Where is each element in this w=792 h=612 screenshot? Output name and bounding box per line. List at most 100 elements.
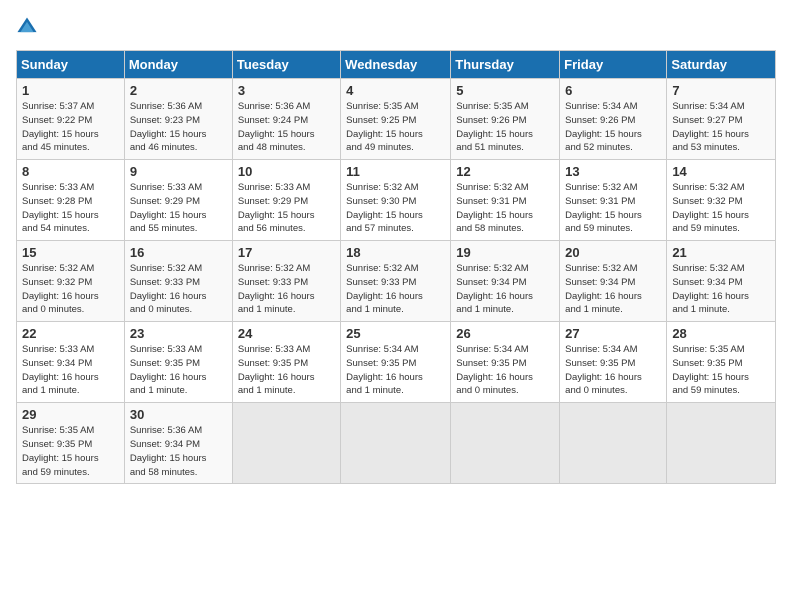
header-day-wednesday: Wednesday [341,51,451,79]
day-number: 2 [130,83,227,98]
calendar-cell: 14 Sunrise: 5:32 AM Sunset: 9:32 PM Dayli… [667,160,776,241]
day-number: 30 [130,407,227,422]
day-number: 8 [22,164,119,179]
calendar-cell: 27 Sunrise: 5:34 AM Sunset: 9:35 PM Dayli… [560,322,667,403]
day-detail: Sunrise: 5:33 AM Sunset: 9:28 PM Dayligh… [22,181,119,236]
day-number: 21 [672,245,770,260]
day-detail: Sunrise: 5:36 AM Sunset: 9:24 PM Dayligh… [238,100,335,155]
header-day-saturday: Saturday [667,51,776,79]
calendar-cell: 2 Sunrise: 5:36 AM Sunset: 9:23 PM Daylig… [124,79,232,160]
day-number: 14 [672,164,770,179]
calendar-cell: 6Sunrise: 5:34 AM Sunset: 9:26 PM Daylig… [560,79,667,160]
calendar-cell: 1 Sunrise: 5:37 AM Sunset: 9:22 PM Daylig… [17,79,125,160]
day-number: 23 [130,326,227,341]
calendar-cell [451,403,560,484]
calendar-cell: 18 Sunrise: 5:32 AM Sunset: 9:33 PM Dayli… [341,241,451,322]
day-number: 26 [456,326,554,341]
day-detail: Sunrise: 5:33 AM Sunset: 9:29 PM Dayligh… [130,181,227,236]
day-detail: Sunrise: 5:32 AM Sunset: 9:34 PM Dayligh… [456,262,554,317]
header-day-tuesday: Tuesday [232,51,340,79]
day-number: 20 [565,245,661,260]
calendar-cell: 13Sunrise: 5:32 AM Sunset: 9:31 PM Dayli… [560,160,667,241]
calendar-cell: 26 Sunrise: 5:34 AM Sunset: 9:35 PM Dayli… [451,322,560,403]
day-number: 29 [22,407,119,422]
calendar-cell: 25 Sunrise: 5:34 AM Sunset: 9:35 PM Dayli… [341,322,451,403]
header-day-sunday: Sunday [17,51,125,79]
header-day-monday: Monday [124,51,232,79]
calendar-week-2: 8 Sunrise: 5:33 AM Sunset: 9:28 PM Daylig… [17,160,776,241]
calendar-cell: 8 Sunrise: 5:33 AM Sunset: 9:28 PM Daylig… [17,160,125,241]
day-detail: Sunrise: 5:33 AM Sunset: 9:35 PM Dayligh… [130,343,227,398]
calendar-cell: 16 Sunrise: 5:32 AM Sunset: 9:33 PM Dayli… [124,241,232,322]
calendar-cell: 3 Sunrise: 5:36 AM Sunset: 9:24 PM Daylig… [232,79,340,160]
day-detail: Sunrise: 5:32 AM Sunset: 9:32 PM Dayligh… [672,181,770,236]
day-number: 19 [456,245,554,260]
calendar-cell: 28 Sunrise: 5:35 AM Sunset: 9:35 PM Dayli… [667,322,776,403]
day-detail: Sunrise: 5:35 AM Sunset: 9:35 PM Dayligh… [22,424,119,479]
day-detail: Sunrise: 5:32 AM Sunset: 9:34 PM Dayligh… [672,262,770,317]
day-detail: Sunrise: 5:32 AM Sunset: 9:31 PM Dayligh… [565,181,661,236]
calendar-week-5: 29 Sunrise: 5:35 AM Sunset: 9:35 PM Dayli… [17,403,776,484]
day-detail: Sunrise: 5:33 AM Sunset: 9:35 PM Dayligh… [238,343,335,398]
logo [16,16,42,38]
calendar-cell: 29 Sunrise: 5:35 AM Sunset: 9:35 PM Dayli… [17,403,125,484]
day-detail: Sunrise: 5:34 AM Sunset: 9:35 PM Dayligh… [456,343,554,398]
day-number: 3 [238,83,335,98]
calendar-cell: 19 Sunrise: 5:32 AM Sunset: 9:34 PM Dayli… [451,241,560,322]
calendar-cell: 5Sunrise: 5:35 AM Sunset: 9:26 PM Daylig… [451,79,560,160]
day-detail: Sunrise: 5:32 AM Sunset: 9:30 PM Dayligh… [346,181,445,236]
day-number: 16 [130,245,227,260]
header-row: SundayMondayTuesdayWednesdayThursdayFrid… [17,51,776,79]
calendar-cell: 24 Sunrise: 5:33 AM Sunset: 9:35 PM Dayli… [232,322,340,403]
day-detail: Sunrise: 5:35 AM Sunset: 9:25 PM Dayligh… [346,100,445,155]
header-day-friday: Friday [560,51,667,79]
page-header [16,16,776,38]
calendar-week-3: 15Sunrise: 5:32 AM Sunset: 9:32 PM Dayli… [17,241,776,322]
calendar-cell: 21 Sunrise: 5:32 AM Sunset: 9:34 PM Dayli… [667,241,776,322]
day-detail: Sunrise: 5:36 AM Sunset: 9:23 PM Dayligh… [130,100,227,155]
day-detail: Sunrise: 5:32 AM Sunset: 9:33 PM Dayligh… [130,262,227,317]
day-detail: Sunrise: 5:34 AM Sunset: 9:35 PM Dayligh… [346,343,445,398]
calendar-cell: 12Sunrise: 5:32 AM Sunset: 9:31 PM Dayli… [451,160,560,241]
day-detail: Sunrise: 5:37 AM Sunset: 9:22 PM Dayligh… [22,100,119,155]
day-number: 1 [22,83,119,98]
day-detail: Sunrise: 5:36 AM Sunset: 9:34 PM Dayligh… [130,424,227,479]
day-detail: Sunrise: 5:35 AM Sunset: 9:35 PM Dayligh… [672,343,770,398]
day-number: 22 [22,326,119,341]
calendar-cell: 10Sunrise: 5:33 AM Sunset: 9:29 PM Dayli… [232,160,340,241]
calendar-cell: 17Sunrise: 5:32 AM Sunset: 9:33 PM Dayli… [232,241,340,322]
day-number: 28 [672,326,770,341]
day-number: 7 [672,83,770,98]
day-detail: Sunrise: 5:32 AM Sunset: 9:31 PM Dayligh… [456,181,554,236]
calendar-table: SundayMondayTuesdayWednesdayThursdayFrid… [16,50,776,484]
calendar-cell: 4 Sunrise: 5:35 AM Sunset: 9:25 PM Daylig… [341,79,451,160]
day-number: 15 [22,245,119,260]
day-detail: Sunrise: 5:32 AM Sunset: 9:33 PM Dayligh… [346,262,445,317]
calendar-cell: 7 Sunrise: 5:34 AM Sunset: 9:27 PM Daylig… [667,79,776,160]
calendar-cell [341,403,451,484]
day-number: 6 [565,83,661,98]
calendar-week-4: 22Sunrise: 5:33 AM Sunset: 9:34 PM Dayli… [17,322,776,403]
day-number: 11 [346,164,445,179]
header-day-thursday: Thursday [451,51,560,79]
day-detail: Sunrise: 5:35 AM Sunset: 9:26 PM Dayligh… [456,100,554,155]
day-detail: Sunrise: 5:34 AM Sunset: 9:35 PM Dayligh… [565,343,661,398]
day-number: 27 [565,326,661,341]
calendar-cell [667,403,776,484]
day-number: 17 [238,245,335,260]
day-number: 9 [130,164,227,179]
day-detail: Sunrise: 5:33 AM Sunset: 9:29 PM Dayligh… [238,181,335,236]
calendar-cell: 20 Sunrise: 5:32 AM Sunset: 9:34 PM Dayli… [560,241,667,322]
calendar-cell: 23 Sunrise: 5:33 AM Sunset: 9:35 PM Dayli… [124,322,232,403]
day-number: 24 [238,326,335,341]
day-number: 25 [346,326,445,341]
day-detail: Sunrise: 5:34 AM Sunset: 9:27 PM Dayligh… [672,100,770,155]
day-number: 4 [346,83,445,98]
calendar-header: SundayMondayTuesdayWednesdayThursdayFrid… [17,51,776,79]
calendar-cell: 22Sunrise: 5:33 AM Sunset: 9:34 PM Dayli… [17,322,125,403]
logo-icon [16,16,38,38]
day-detail: Sunrise: 5:32 AM Sunset: 9:34 PM Dayligh… [565,262,661,317]
calendar-cell: 11 Sunrise: 5:32 AM Sunset: 9:30 PM Dayli… [341,160,451,241]
day-number: 18 [346,245,445,260]
calendar-cell: 30 Sunrise: 5:36 AM Sunset: 9:34 PM Dayli… [124,403,232,484]
